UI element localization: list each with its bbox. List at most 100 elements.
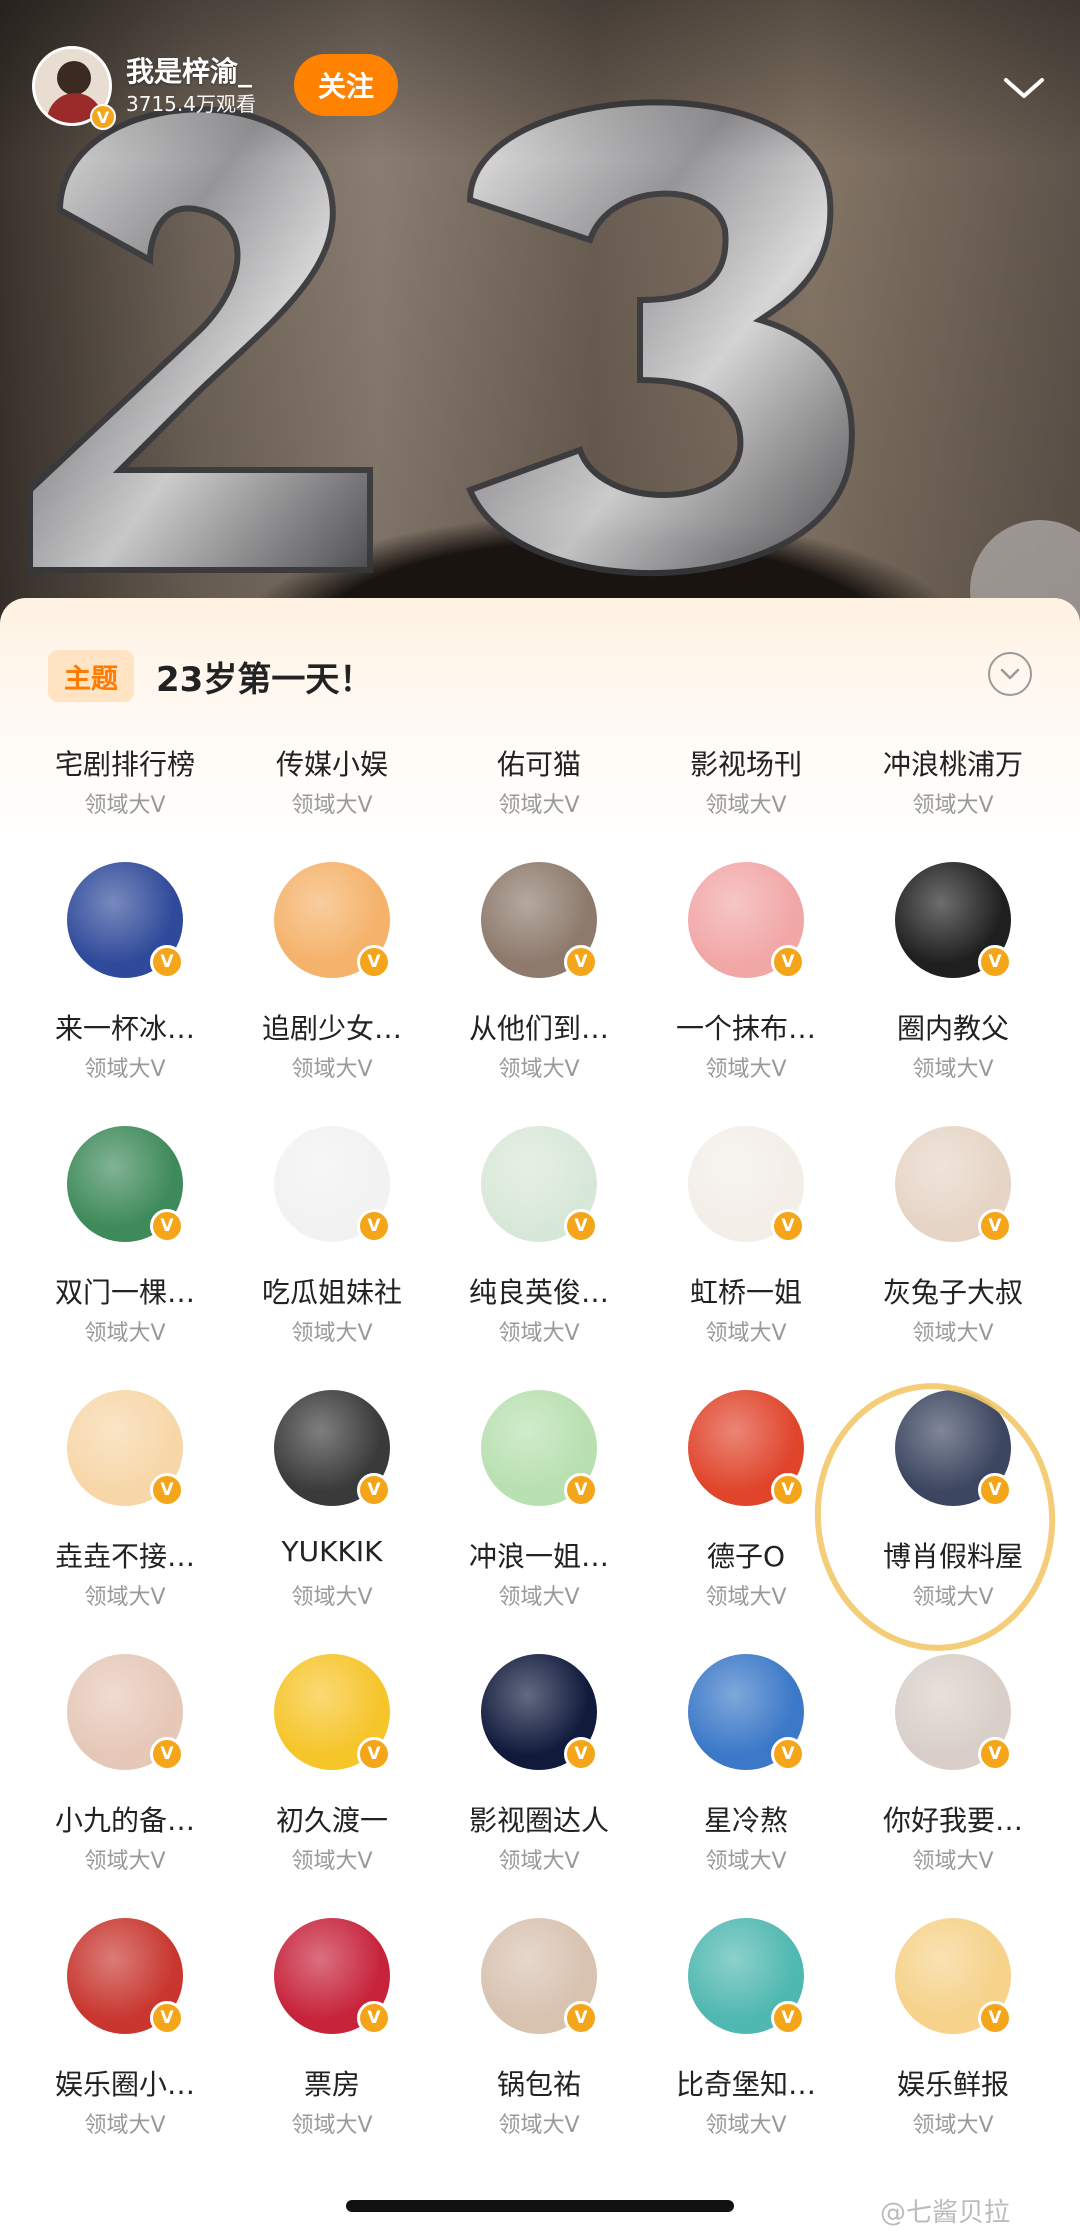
chevron-down-icon[interactable] — [1000, 64, 1048, 112]
account-name[interactable]: 初久渡一 — [229, 1799, 435, 1839]
account-tag: 领域大V — [705, 1585, 787, 1610]
account-name[interactable]: 佑可猫 — [436, 743, 642, 783]
account-card[interactable]: V 从他们到… 领域大V — [436, 837, 642, 1101]
account-card[interactable]: V 票房 领域大V — [229, 1893, 435, 2157]
account-name[interactable]: 宅剧排行榜 — [22, 743, 228, 783]
account-name[interactable]: 德子O — [643, 1535, 849, 1575]
verified-icon: V — [150, 945, 184, 979]
account-name[interactable]: 垚垚不接… — [22, 1535, 228, 1575]
account-tag: 领域大V — [705, 1849, 787, 1874]
account-grid: V 宅剧排行榜领域大V V 传媒小娱领域大V V 佑可猫领域大V V 影视场刊领域大V V 冲浪桃… — [22, 716, 1058, 2157]
verified-icon: V — [150, 1473, 184, 1507]
verified-icon: V — [978, 1737, 1012, 1771]
account-name[interactable]: 追剧少女… — [229, 1007, 435, 1047]
account-card[interactable]: V 双门一棵… 领域大V — [22, 1101, 228, 1365]
author-name[interactable]: 我是梓渝_ — [126, 54, 256, 90]
account-card[interactable]: V 追剧少女… 领域大V — [229, 837, 435, 1101]
verified-icon: V — [564, 1473, 598, 1507]
account-name[interactable]: 虹桥一姐 — [643, 1271, 849, 1311]
account-card[interactable]: V 来一杯冰… 领域大V — [22, 837, 228, 1101]
account-card[interactable]: V 娱乐鲜报 领域大V — [850, 1893, 1056, 2157]
verified-icon: V — [564, 2001, 598, 2035]
expand-topic-button[interactable] — [988, 652, 1032, 696]
verified-icon: V — [978, 1209, 1012, 1243]
account-card[interactable]: V 比奇堡知… 领域大V — [643, 1893, 849, 2157]
account-name[interactable]: 圈内教父 — [850, 1007, 1056, 1047]
verified-icon: V — [978, 945, 1012, 979]
home-indicator[interactable] — [346, 2200, 734, 2212]
account-name[interactable]: 票房 — [229, 2063, 435, 2103]
account-name[interactable]: YUKKIK — [229, 1535, 435, 1568]
account-name[interactable]: 星冷熬 — [643, 1799, 849, 1839]
account-name[interactable]: 小九的备… — [22, 1799, 228, 1839]
topic-tag: 主题 — [48, 650, 134, 702]
account-card[interactable]: V 你好我要… 领域大V — [850, 1629, 1056, 1893]
account-card[interactable]: V 纯良英俊… 领域大V — [436, 1101, 642, 1365]
account-tag: 领域大V — [705, 1057, 787, 1082]
account-name[interactable]: 你好我要… — [850, 1799, 1056, 1839]
account-name[interactable]: 娱乐圈小… — [22, 2063, 228, 2103]
account-card[interactable]: V佑可猫领域大V — [436, 716, 642, 837]
account-card[interactable]: V 博肖假料屋 领域大V — [850, 1365, 1056, 1629]
account-card[interactable]: V 灰兔子大叔领域大V — [850, 1101, 1056, 1365]
account-name[interactable]: 影视场刊 — [643, 743, 849, 783]
account-card[interactable]: V 圈内教父 领域大V — [850, 837, 1056, 1101]
verified-icon: V — [357, 1473, 391, 1507]
verified-icon: V — [771, 1473, 805, 1507]
account-name[interactable]: 影视圈达人 — [436, 1799, 642, 1839]
account-name[interactable]: 灰兔子大叔 — [850, 1271, 1056, 1311]
verified-icon: V — [150, 2001, 184, 2035]
account-name[interactable]: 从他们到… — [436, 1007, 642, 1047]
account-name[interactable]: 纯良英俊… — [436, 1271, 642, 1311]
account-card[interactable]: V冲浪桃浦万领域大V — [850, 716, 1056, 837]
verified-icon: V — [357, 945, 391, 979]
account-tag: 领域大V — [84, 1849, 166, 1874]
account-card[interactable]: V 吃瓜姐妹社 领域大V — [229, 1101, 435, 1365]
account-card[interactable]: V影视场刊领域大V — [643, 716, 849, 837]
account-tag: 领域大V — [291, 793, 373, 818]
account-name[interactable]: 双门一棵… — [22, 1271, 228, 1311]
account-card[interactable]: V 一个抹布… 领域大V — [643, 837, 849, 1101]
account-card[interactable]: V 初久渡一 领域大V — [229, 1629, 435, 1893]
account-name[interactable]: 冲浪一姐… — [436, 1535, 642, 1575]
account-card[interactable]: V 娱乐圈小… 领域大V — [22, 1893, 228, 2157]
account-name[interactable]: 冲浪桃浦万 — [850, 743, 1056, 783]
account-card[interactable]: V YUKKIK 领域大V — [229, 1365, 435, 1629]
verified-icon: V — [564, 1737, 598, 1771]
account-card[interactable]: V 小九的备… 领域大V — [22, 1629, 228, 1893]
account-tag: 领域大V — [498, 2113, 580, 2138]
account-tag: 领域大V — [84, 1057, 166, 1082]
account-card[interactable]: V 垚垚不接… 领域大V — [22, 1365, 228, 1629]
account-card[interactable]: V 影视圈达人 领域大V — [436, 1629, 642, 1893]
account-card[interactable]: V 虹桥一姐 领域大V — [643, 1101, 849, 1365]
account-list-viewport[interactable]: V 宅剧排行榜领域大V V 传媒小娱领域大V V 佑可猫领域大V V 影视场刊领域大V V 冲浪桃… — [0, 716, 1080, 2233]
account-tag: 领域大V — [291, 2113, 373, 2138]
watermark: @七酱贝拉 — [880, 2198, 1011, 2228]
account-name[interactable]: 传媒小娱 — [229, 743, 435, 783]
account-card[interactable]: V宅剧排行榜领域大V — [22, 716, 228, 837]
account-tag: 领域大V — [912, 1849, 994, 1874]
verified-icon: V — [771, 1737, 805, 1771]
verified-icon: V — [771, 1209, 805, 1243]
account-name[interactable]: 比奇堡知… — [643, 2063, 849, 2103]
account-name[interactable]: 来一杯冰… — [22, 1007, 228, 1047]
author-meta: 我是梓渝_ 3715.4万观看 — [126, 54, 256, 118]
verified-icon: V — [564, 1209, 598, 1243]
follow-button[interactable]: 关注 — [294, 54, 398, 116]
view-count: 3715.4万观看 — [126, 92, 256, 116]
account-name[interactable]: 一个抹布… — [643, 1007, 849, 1047]
account-card[interactable]: V传媒小娱领域大V — [229, 716, 435, 837]
author-info[interactable]: V 我是梓渝_ 3715.4万观看 — [32, 44, 256, 130]
account-card[interactable]: V 星冷熬领域大V — [643, 1629, 849, 1893]
topic-title[interactable]: 23岁第一天！ — [156, 652, 373, 701]
account-card[interactable]: V 冲浪一姐… 领域大V — [436, 1365, 642, 1629]
account-name[interactable]: 锅包祐 — [436, 2063, 642, 2103]
account-card[interactable]: V 德子O 领域大V — [643, 1365, 849, 1629]
account-name[interactable]: 娱乐鲜报 — [850, 2063, 1056, 2103]
account-name[interactable]: 吃瓜姐妹社 — [229, 1271, 435, 1311]
account-name[interactable]: 博肖假料屋 — [850, 1535, 1056, 1575]
account-tag: 领域大V — [498, 1585, 580, 1610]
account-tag: 领域大V — [912, 1321, 994, 1346]
account-card[interactable]: V 锅包祐领域大V — [436, 1893, 642, 2157]
verified-icon: V — [150, 1737, 184, 1771]
